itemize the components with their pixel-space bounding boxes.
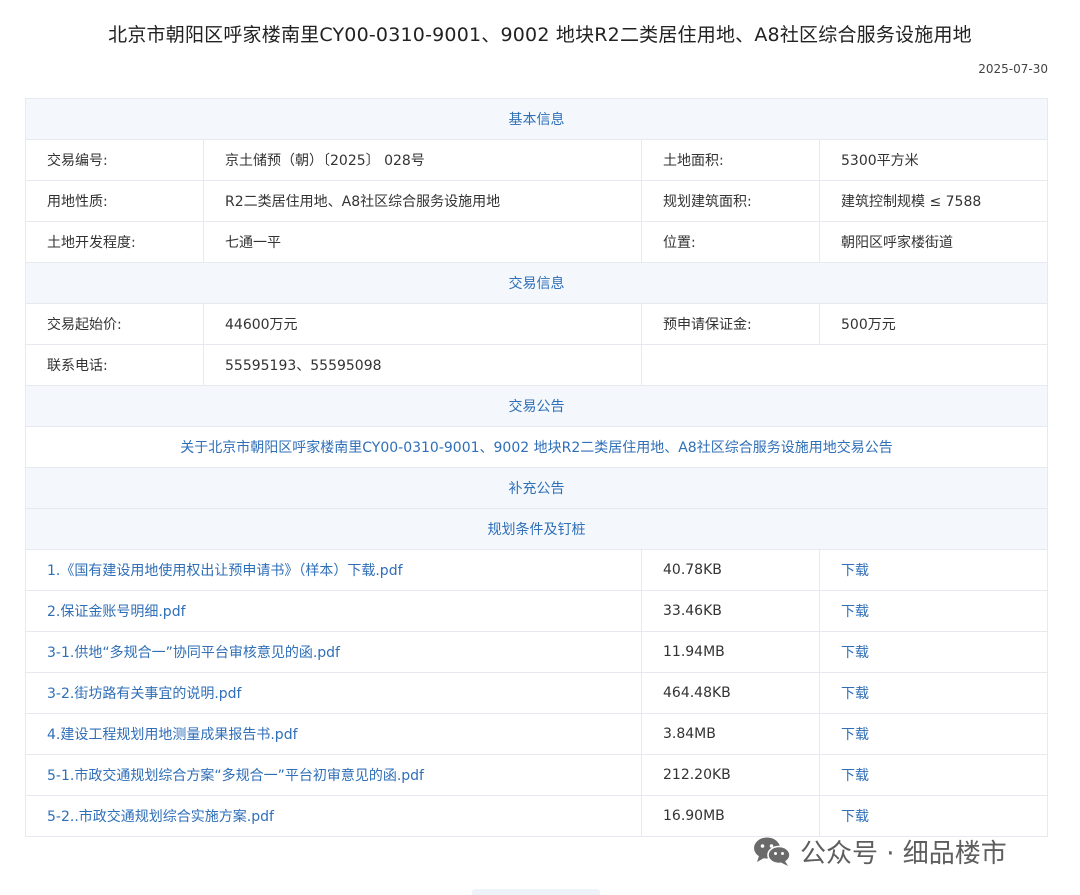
wechat-icon	[752, 835, 792, 867]
section-trade-notice: 交易公告	[25, 385, 1048, 427]
file-row: 3-1.供地“多规合一”协同平台审核意见的函.pdf 11.94MB 下载	[25, 631, 1048, 673]
file-row: 5-2..市政交通规划综合实施方案.pdf 16.90MB 下载	[25, 795, 1048, 837]
watermark: 公众号 · 细品楼市	[752, 834, 1007, 869]
file-link[interactable]: 3-2.街坊路有关事宜的说明.pdf	[25, 672, 642, 714]
file-size: 464.48KB	[641, 672, 820, 714]
value-development-level: 七通一平	[203, 221, 642, 263]
download-link[interactable]: 下载	[819, 754, 1048, 796]
section-planning: 规划条件及钉桩	[25, 508, 1048, 550]
file-size: 11.94MB	[641, 631, 820, 673]
download-link[interactable]: 下载	[819, 795, 1048, 837]
download-link[interactable]: 下载	[819, 590, 1048, 632]
label-starting-price: 交易起始价:	[25, 303, 204, 345]
file-row: 2.保证金账号明细.pdf 33.46KB 下载	[25, 590, 1048, 632]
table-row: 联系电话: 55595193、55595098	[25, 344, 1048, 386]
label-deposit: 预申请保证金:	[641, 303, 820, 345]
table-row: 交易编号: 京土储预（朝）〔2025〕 028号 土地面积: 5300平方米	[25, 139, 1048, 181]
file-link[interactable]: 2.保证金账号明细.pdf	[25, 590, 642, 632]
label-trade-number: 交易编号:	[25, 139, 204, 181]
file-size: 33.46KB	[641, 590, 820, 632]
file-link[interactable]: 1.《国有建设用地使用权出让预申请书》（样本）下载.pdf	[25, 549, 642, 591]
label-planned-area: 规划建筑面积:	[641, 180, 820, 222]
file-link[interactable]: 5-1.市政交通规划综合方案“多规合一”平台初审意见的函.pdf	[25, 754, 642, 796]
file-size: 40.78KB	[641, 549, 820, 591]
label-location: 位置:	[641, 221, 820, 263]
land-info-table: 基本信息 交易编号: 京土储预（朝）〔2025〕 028号 土地面积: 5300…	[25, 98, 1048, 837]
file-row: 1.《国有建设用地使用权出让预申请书》（样本）下载.pdf 40.78KB 下载	[25, 549, 1048, 591]
page-title: 北京市朝阳区呼家楼南里CY00-0310-9001、9002 地块R2二类居住用…	[108, 24, 972, 46]
file-row: 5-1.市政交通规划综合方案“多规合一”平台初审意见的函.pdf 212.20K…	[25, 754, 1048, 796]
table-row: 土地开发程度: 七通一平 位置: 朝阳区呼家楼街道	[25, 221, 1048, 263]
download-link[interactable]: 下载	[819, 713, 1048, 755]
download-link[interactable]: 下载	[819, 672, 1048, 714]
section-header-row: 基本信息	[25, 98, 1048, 140]
section-basic-info: 基本信息	[25, 98, 1048, 140]
section-header-row: 规划条件及钉桩	[25, 508, 1048, 550]
file-size: 3.84MB	[641, 713, 820, 755]
file-size: 212.20KB	[641, 754, 820, 796]
publish-date: 2025-07-30	[978, 62, 1048, 76]
label-land-use: 用地性质:	[25, 180, 204, 222]
file-link[interactable]: 4.建设工程规划用地测量成果报告书.pdf	[25, 713, 642, 755]
table-row: 关于北京市朝阳区呼家楼南里CY00-0310-9001、9002 地块R2二类居…	[25, 426, 1048, 468]
bottom-tab	[472, 889, 600, 895]
section-trade-info: 交易信息	[25, 262, 1048, 304]
table-row: 交易起始价: 44600万元 预申请保证金: 500万元	[25, 303, 1048, 345]
table-row: 用地性质: R2二类居住用地、A8社区综合服务设施用地 规划建筑面积: 建筑控制…	[25, 180, 1048, 222]
section-header-row: 交易信息	[25, 262, 1048, 304]
value-trade-number: 京土储预（朝）〔2025〕 028号	[203, 139, 642, 181]
section-header-row: 补充公告	[25, 467, 1048, 509]
section-header-row: 交易公告	[25, 385, 1048, 427]
watermark-text: 公众号 · 细品楼市	[800, 838, 1007, 869]
value-land-area: 5300平方米	[819, 139, 1048, 181]
file-link[interactable]: 3-1.供地“多规合一”协同平台审核意见的函.pdf	[25, 631, 642, 673]
value-planned-area: 建筑控制规模 ≤ 7588	[819, 180, 1048, 222]
file-size: 16.90MB	[641, 795, 820, 837]
label-contact-phone: 联系电话:	[25, 344, 204, 386]
label-development-level: 土地开发程度:	[25, 221, 204, 263]
value-location: 朝阳区呼家楼街道	[819, 221, 1048, 263]
value-deposit: 500万元	[819, 303, 1048, 345]
value-land-use: R2二类居住用地、A8社区综合服务设施用地	[203, 180, 642, 222]
trade-notice-link[interactable]: 关于北京市朝阳区呼家楼南里CY00-0310-9001、9002 地块R2二类居…	[25, 426, 1048, 468]
download-link[interactable]: 下载	[819, 631, 1048, 673]
file-link[interactable]: 5-2..市政交通规划综合实施方案.pdf	[25, 795, 642, 837]
label-land-area: 土地面积:	[641, 139, 820, 181]
value-starting-price: 44600万元	[203, 303, 642, 345]
value-contact-phone: 55595193、55595098	[203, 344, 642, 386]
section-supplement: 补充公告	[25, 467, 1048, 509]
download-link[interactable]: 下载	[819, 549, 1048, 591]
empty-cell	[641, 344, 1048, 386]
file-row: 3-2.街坊路有关事宜的说明.pdf 464.48KB 下载	[25, 672, 1048, 714]
file-row: 4.建设工程规划用地测量成果报告书.pdf 3.84MB 下载	[25, 713, 1048, 755]
